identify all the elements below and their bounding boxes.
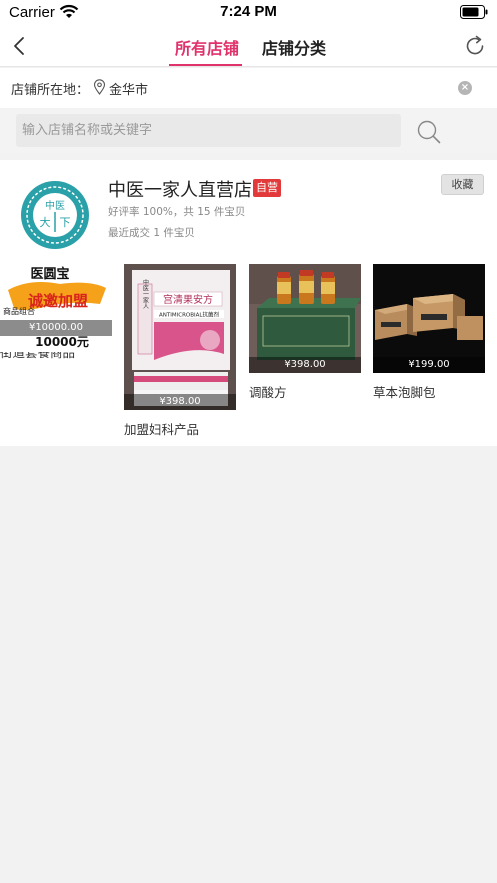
active-tab-indicator — [169, 64, 242, 66]
product-item[interactable]: 医圆宝 诚邀加盟 商品组合 10000元 ¥10000.00 街道套餐商品 — [0, 264, 112, 361]
image-text-line1: 医圆宝 — [30, 266, 69, 282]
product-image-graphic: 医圆宝 诚邀加盟 商品组合 10000元 — [0, 264, 112, 352]
shop-recent-sales: 最近成交 1 件宝贝 — [108, 227, 195, 239]
price-tag: ¥398.00 — [249, 357, 361, 373]
battery-icon — [460, 5, 488, 19]
location-pin-icon — [93, 79, 106, 95]
shop-logo[interactable]: 中医 大 下 — [16, 176, 94, 254]
status-bar: Carrier 7:24 PM — [0, 0, 497, 26]
product-image[interactable]: 医圆宝 诚邀加盟 商品组合 10000元 ¥10000.00 — [0, 264, 112, 352]
search-bar — [0, 109, 497, 153]
logo-text-top: 中医 — [45, 199, 65, 212]
search-icon[interactable] — [416, 119, 442, 145]
logo-text-right: 下 — [60, 216, 71, 229]
product-item[interactable]: 中医一家人 宫清果安方 ANTIMICROBIAL抗菌剂 ¥398.00 加盟妇… — [124, 264, 236, 438]
product-item[interactable]: ¥398.00 调酸方 — [249, 264, 361, 401]
image-text-band: ANTIMICROBIAL抗菌剂 — [159, 311, 219, 319]
location-row: 店铺所在地： 金华市 × — [0, 68, 497, 108]
clear-location-icon[interactable]: × — [458, 81, 472, 95]
product-item[interactable]: ¥199.00 草本泡脚包 — [373, 264, 485, 401]
image-text-side: 商品组合 — [3, 306, 35, 316]
price-tag: ¥10000.00 — [0, 320, 112, 336]
shop-rating: 好评率 100%，共 15 件宝贝 — [108, 206, 246, 218]
tab-shop-categories[interactable]: 店铺分类 — [262, 35, 326, 59]
shop-card[interactable]: 中医 大 下 中医一家人直营店 自营 收藏 好评率 100%，共 15 件宝贝 … — [0, 160, 497, 446]
price-tag: ¥199.00 — [373, 357, 485, 373]
back-icon[interactable] — [8, 32, 32, 60]
image-text-line2: 诚邀加盟 — [28, 292, 88, 310]
tab-all-shops[interactable]: 所有店铺 — [175, 35, 239, 59]
image-text-brand: 宫清果安方 — [163, 293, 213, 306]
self-operated-badge: 自营 — [253, 179, 281, 197]
shop-name[interactable]: 中医一家人直营店 — [108, 176, 252, 202]
product-name[interactable]: 草本泡脚包 — [373, 382, 485, 401]
product-image[interactable]: 中医一家人 宫清果安方 ANTIMICROBIAL抗菌剂 ¥398.00 — [124, 264, 236, 410]
product-name[interactable]: 调酸方 — [249, 382, 361, 401]
logo-text-left: 大 — [40, 215, 51, 229]
nav-bar: 所有店铺 店铺分类 — [0, 26, 497, 67]
product-image[interactable]: ¥199.00 — [373, 264, 485, 373]
image-text-side: 中医一家人 — [142, 278, 149, 309]
image-text-line3: 10000元 — [35, 335, 89, 349]
product-image-graphic: 中医一家人 宫清果安方 ANTIMICROBIAL抗菌剂 — [124, 264, 236, 410]
product-name[interactable]: 加盟妇科产品 — [124, 419, 236, 438]
search-input[interactable] — [16, 114, 401, 147]
location-label: 店铺所在地： — [11, 83, 90, 98]
price-tag: ¥398.00 — [124, 394, 236, 410]
clock: 7:24 PM — [220, 3, 277, 20]
favorite-button[interactable]: 收藏 — [441, 174, 484, 195]
refresh-icon[interactable] — [463, 34, 487, 58]
location-city[interactable]: 金华市 — [109, 79, 148, 98]
product-image[interactable]: ¥398.00 — [249, 264, 361, 373]
